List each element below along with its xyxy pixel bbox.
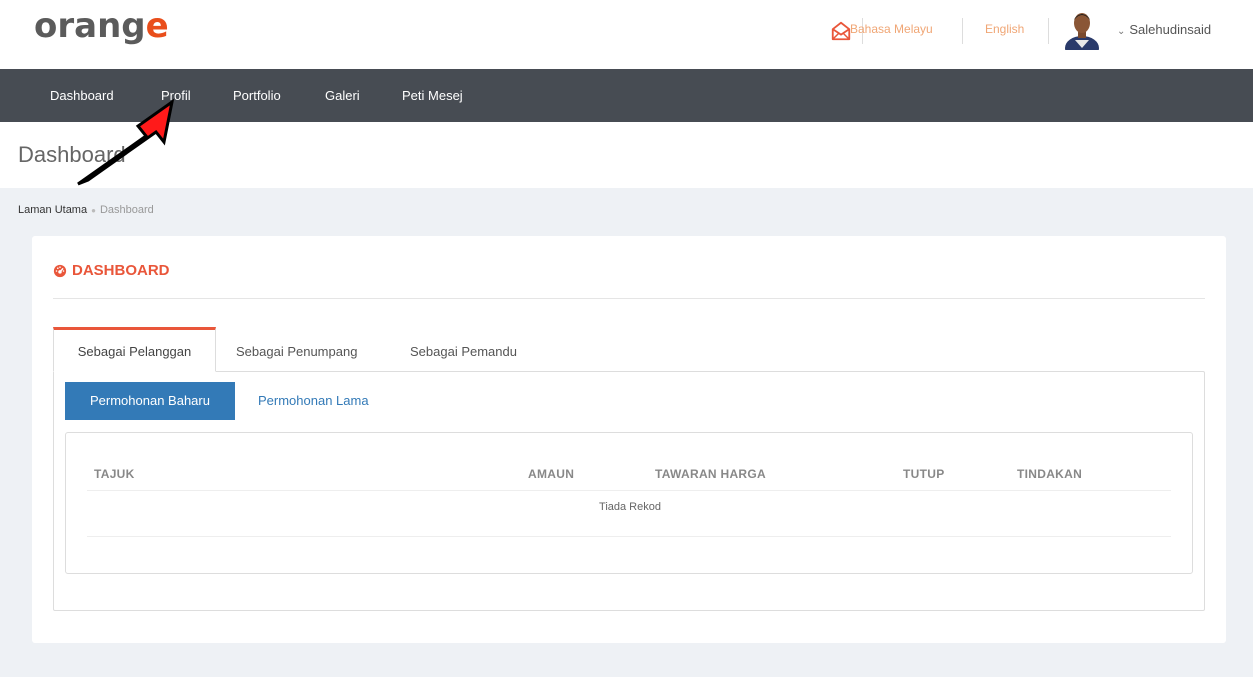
dashboard-panel: DASHBOARD Sebagai Pelanggan Sebagai Penu… (32, 236, 1226, 643)
tab-sebagai-penumpang[interactable]: Sebagai Penumpang (236, 327, 357, 372)
envelope-open-icon[interactable] (830, 20, 852, 42)
breadcrumb-current: Dashboard (99, 204, 154, 216)
pill-permohonan-lama[interactable]: Permohonan Lama (244, 382, 383, 420)
chevron-down-icon: ⌄ (1117, 26, 1126, 37)
tab-sebagai-pelanggan[interactable]: Sebagai Pelanggan (53, 327, 216, 372)
column-header-tajuk: TAJUK (94, 467, 135, 481)
nav-galeri[interactable]: Galeri (325, 88, 360, 103)
divider (53, 298, 1205, 299)
nav-portfolio[interactable]: Portfolio (233, 88, 281, 103)
username: Salehudinsaid (1129, 22, 1212, 37)
lang-bahasa-melayu-link[interactable]: Bahasa Melayu (850, 22, 933, 36)
nav-peti-mesej[interactable]: Peti Mesej (402, 88, 463, 103)
column-header-tindakan: TINDAKAN (1017, 467, 1083, 481)
top-header: orange Bahasa Melayu English ⌄ Salehudins… (0, 0, 1253, 69)
column-header-tutup: TUTUP (903, 467, 945, 481)
column-header-amaun: AMAUN (528, 467, 575, 481)
divider (87, 490, 1171, 491)
breadcrumb: Laman Utama ● Dashboard (18, 204, 154, 216)
breadcrumb-separator: ● (91, 206, 96, 215)
dashboard-gauge-icon (53, 264, 67, 277)
requests-table: TAJUK AMAUN TAWARAN HARGA TUTUP TINDAKAN… (65, 432, 1193, 574)
user-menu[interactable]: ⌄ Salehudinsaid (1117, 22, 1211, 37)
panel-heading-text: DASHBOARD (72, 262, 170, 279)
divider (87, 536, 1171, 537)
divider (1048, 18, 1049, 44)
tab-sebagai-pemandu[interactable]: Sebagai Pemandu (410, 327, 517, 372)
logo-accent: e (145, 6, 169, 46)
logo-text: orang (34, 6, 146, 46)
red-arrow-icon (77, 98, 175, 186)
pill-permohonan-baharu[interactable]: Permohonan Baharu (65, 382, 235, 420)
lang-english-link[interactable]: English (985, 22, 1024, 36)
divider (962, 18, 963, 44)
empty-table-message: Tiada Rekod (599, 501, 661, 513)
breadcrumb-home-link[interactable]: Laman Utama (18, 204, 87, 216)
brand-logo[interactable]: orange (34, 6, 169, 46)
column-header-tawaran-harga: TAWARAN HARGA (655, 467, 767, 481)
panel-heading: DASHBOARD (53, 262, 170, 279)
avatar[interactable] (1063, 8, 1101, 50)
